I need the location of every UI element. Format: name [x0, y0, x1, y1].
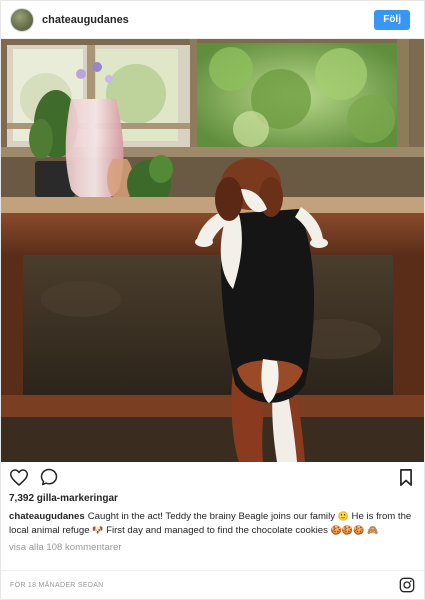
follow-button[interactable]: Följ	[374, 9, 410, 30]
instagram-post: chateaugudanes Följ 7,392 gilla-markerin…	[0, 0, 425, 600]
likes-count[interactable]: 7,392 gilla-markeringar	[1, 493, 424, 504]
instagram-icon[interactable]	[399, 577, 415, 593]
post-caption: chateaugudanes Caught in the act! Teddy t…	[1, 510, 424, 538]
view-all-comments-link[interactable]: visa alla 108 kommentarer	[1, 542, 424, 553]
heart-icon[interactable]	[9, 467, 29, 487]
cookie-emoji-icon: 🍪🍪🍪 🙈	[330, 526, 379, 536]
post-timestamp[interactable]: FÖR 18 MÅNADER SEDAN	[10, 582, 399, 589]
username-link[interactable]: chateaugudanes	[42, 14, 374, 26]
smile-emoji-icon: 🙂	[337, 512, 349, 522]
caption-text-1: Caught in the act! Teddy the brainy Beag…	[87, 511, 338, 522]
dog-emoji-icon: 🐶	[92, 526, 104, 536]
avatar[interactable]	[10, 7, 34, 32]
post-photo[interactable]	[1, 39, 424, 462]
comment-icon[interactable]	[39, 467, 59, 487]
post-header: chateaugudanes Följ	[1, 1, 424, 39]
caption-text-3: First day and managed to find the chocol…	[103, 525, 331, 536]
action-bar	[1, 462, 424, 492]
caption-username[interactable]: chateaugudanes	[9, 511, 85, 522]
bookmark-icon[interactable]	[396, 467, 416, 487]
post-footer: FÖR 18 MÅNADER SEDAN	[1, 570, 424, 599]
